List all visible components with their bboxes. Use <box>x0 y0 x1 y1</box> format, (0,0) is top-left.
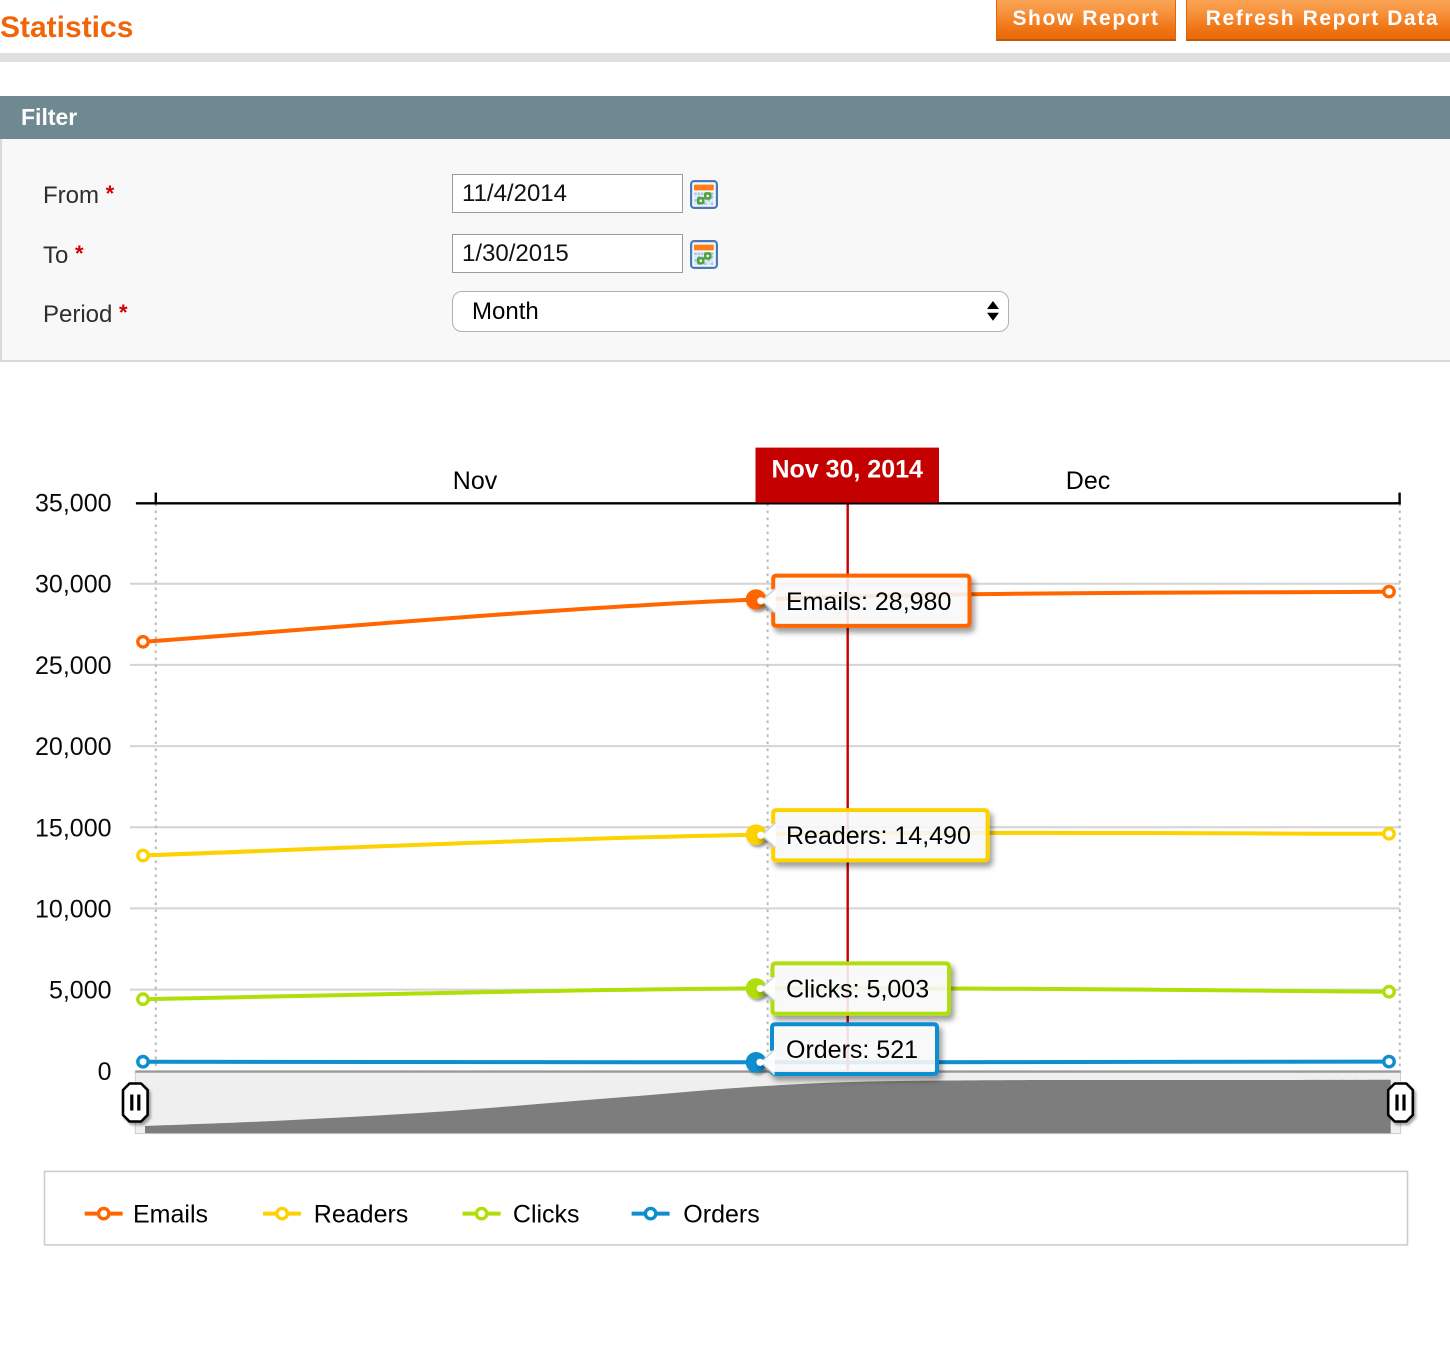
svg-text:20,000: 20,000 <box>35 733 111 761</box>
svg-text:Orders: 521: Orders: 521 <box>786 1036 918 1064</box>
svg-text:Clicks: 5,003: Clicks: 5,003 <box>786 976 929 1004</box>
svg-text:Readers: Readers <box>314 1201 409 1229</box>
svg-text:Clicks: Clicks <box>513 1201 580 1229</box>
svg-text:5,000: 5,000 <box>49 977 112 1005</box>
svg-text:35,000: 35,000 <box>35 490 111 518</box>
svg-text:Nov: Nov <box>453 467 498 495</box>
svg-text:Readers: 14,490: Readers: 14,490 <box>786 822 971 850</box>
svg-text:Dec: Dec <box>1066 467 1110 495</box>
svg-text:25,000: 25,000 <box>35 652 111 680</box>
svg-text:Orders: Orders <box>683 1201 759 1229</box>
svg-text:Emails: Emails <box>133 1201 208 1229</box>
svg-text:15,000: 15,000 <box>35 814 111 842</box>
svg-text:Nov 30, 2014: Nov 30, 2014 <box>771 456 923 484</box>
svg-text:10,000: 10,000 <box>35 895 111 923</box>
svg-text:Emails: 28,980: Emails: 28,980 <box>786 588 951 616</box>
svg-text:30,000: 30,000 <box>35 571 111 599</box>
svg-text:0: 0 <box>98 1058 112 1086</box>
